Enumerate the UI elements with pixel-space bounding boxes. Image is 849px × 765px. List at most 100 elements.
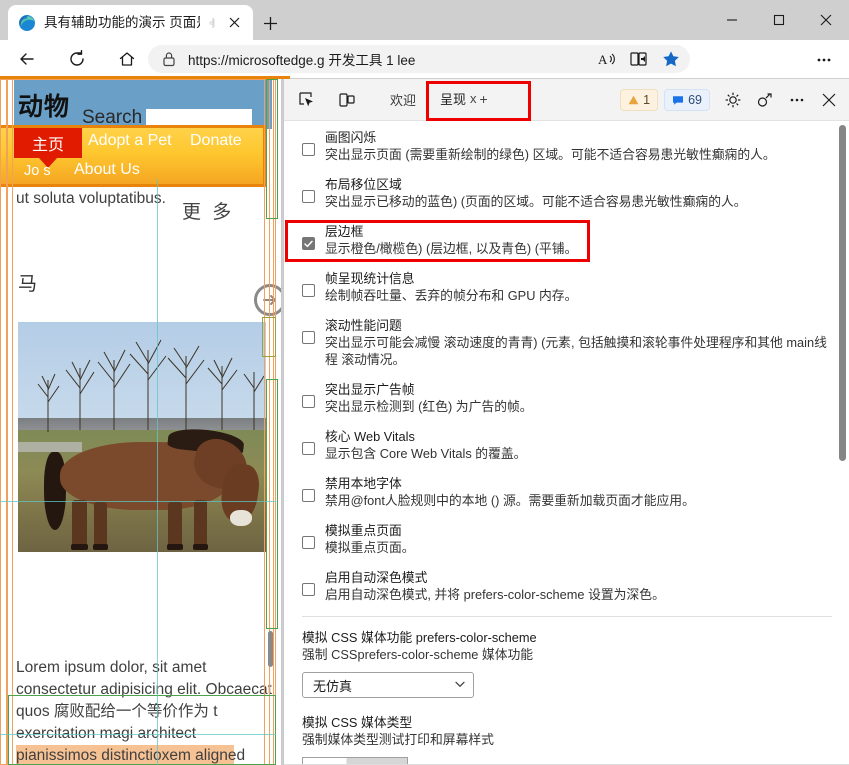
checkbox-paint-flashing[interactable] [302, 143, 315, 156]
devtools-tabs: 欢迎 呈现 x + [378, 79, 496, 121]
new-tab-button[interactable] [256, 9, 284, 37]
web-page-content: 动物 Search 主页 Adopt a Pet Donate Jo s Abo… [0, 79, 281, 765]
option-description: 突出显示页面 (需要重新绘制的绿色) 区域。可能不适合容易患光敏性癫痫的人。 [325, 147, 776, 162]
horse-muzzle [230, 510, 252, 526]
tab-close-icon[interactable]: x [470, 91, 477, 106]
customize-icon[interactable] [750, 85, 780, 115]
refresh-button[interactable] [60, 44, 94, 74]
close-icon[interactable] [814, 85, 844, 115]
devtools-panel: 欢迎 呈现 x + 1 69 画图闪烁 突出显示页面 (需要重新绘制的绿色) 区… [283, 79, 849, 765]
message-badge[interactable]: 69 [664, 89, 710, 111]
option-title: 画图闪烁 [325, 130, 377, 145]
option-texts: 启用自动深色模式 启用自动深色模式, 并将 prefers-color-sche… [325, 569, 828, 603]
option-frame-rendering-stats[interactable]: 帧呈现统计信息 绘制帧吞吐量、丢弃的帧分布和 GPU 内存。 [284, 270, 849, 304]
option-title: 核心 Web Vitals [325, 429, 415, 444]
address-bar[interactable]: https://microsoftedge.g 开发工具 1 lee A [148, 45, 690, 73]
group-css-media-type: 模拟 CSS 媒体类型 强制媒体类型测试打印和屏幕样式 无仿真 [284, 714, 849, 765]
group-prefers-color-scheme: 模拟 CSS 媒体功能 prefers-color-scheme 强制 CSSp… [284, 629, 849, 698]
option-description: 突出显示检测到 (红色) 为广告的帧。 [325, 399, 533, 414]
checkbox-emulate-focused-page[interactable] [302, 536, 315, 549]
devtools-header: 欢迎 呈现 x + 1 69 [284, 79, 849, 121]
option-description: 禁用@font人脸规则中的本地 () 源。需要重新加载页面才能应用。 [325, 493, 695, 508]
page-scrollbar[interactable] [268, 631, 273, 667]
devtools-scrollbar[interactable] [839, 125, 846, 461]
checkbox-auto-dark-mode[interactable] [302, 583, 315, 596]
group-description: 强制媒体类型测试打印和屏幕样式 [302, 732, 494, 747]
option-description: 启用自动深色模式, 并将 prefers-color-scheme 设置为深色。 [325, 587, 665, 602]
option-title: 布局移位区域 [325, 177, 402, 192]
option-title: 启用自动深色模式 [325, 570, 428, 585]
nav-item-about[interactable]: About Us [74, 161, 140, 179]
browser-tab[interactable]: 具有辅助功能的演示 页面是 [8, 5, 253, 40]
back-button[interactable] [10, 44, 44, 74]
home-button[interactable] [110, 44, 144, 74]
select-prefers-color-scheme[interactable]: 无仿真 [302, 672, 474, 698]
web-page-viewport: 动物 Search 主页 Adopt a Pet Donate Jo s Abo… [0, 79, 282, 765]
inspect-element-icon[interactable] [292, 85, 322, 115]
maximize-button[interactable] [755, 0, 802, 40]
option-layout-shift-regions[interactable]: 布局移位区域 突出显示已移动的蓝色) (页面的区域。可能不适合容易患光敏性癫痫的… [284, 176, 849, 210]
star-icon[interactable] [656, 46, 686, 72]
devtools-header-right: 1 69 [620, 79, 844, 121]
checkbox-scrolling-performance-issues[interactable] [302, 331, 315, 344]
minimize-button[interactable] [708, 0, 755, 40]
option-layer-borders[interactable]: 层边框 显示橙色/橄榄色) (层边框, 以及青色) (平铺。 [284, 220, 849, 262]
checkbox-frame-rendering-stats[interactable] [302, 284, 315, 297]
message-count: 69 [688, 93, 702, 107]
option-description: 突出显示可能会减慢 滚动速度的青青) (元素, 包括触摸和滚轮事件处理程序和其他… [325, 335, 827, 367]
tab-title: 具有辅助功能的演示 页面是 [44, 14, 200, 30]
read-aloud-icon[interactable]: A [592, 46, 622, 72]
close-window-button[interactable] [802, 0, 849, 40]
option-highlight-ad-frames[interactable]: 突出显示广告帧 突出显示检测到 (红色) 为广告的帧。 [284, 381, 849, 415]
more-link[interactable]: 更 多 [182, 197, 234, 224]
tab-rendering[interactable]: 呈现 x + [428, 79, 496, 121]
paragraph-line: Lorem ipsum dolor, sit amet [16, 659, 207, 676]
horse-leg [194, 500, 207, 548]
tab-close-button[interactable] [223, 12, 245, 34]
paragraph-line: consectetur adipisicing elit. Obcaecat [16, 681, 272, 698]
circle-arrow-right-icon[interactable] [254, 284, 281, 316]
option-disable-local-fonts[interactable]: 禁用本地字体 禁用@font人脸规则中的本地 () 源。需要重新加载页面才能应用… [284, 475, 849, 509]
option-emulate-focused-page[interactable]: 模拟重点页面 模拟重点页面。 [284, 522, 849, 556]
window-controls [708, 0, 849, 40]
checkbox-disable-local-fonts[interactable] [302, 489, 315, 502]
toolbar-right [803, 45, 845, 75]
more-options-button[interactable] [807, 45, 841, 75]
tab-audio-indicator [208, 16, 215, 30]
checkbox-layout-shift-regions[interactable] [302, 190, 315, 203]
tab-welcome[interactable]: 欢迎 [378, 79, 428, 121]
warning-badge[interactable]: 1 [620, 89, 659, 111]
device-emulation-icon[interactable] [332, 85, 362, 115]
option-core-web-vitals[interactable]: 核心 Web Vitals 显示包含 Core Web Vitals 的覆盖。 [284, 428, 849, 462]
gear-icon[interactable] [718, 85, 748, 115]
option-texts: 层边框 显示橙色/橄榄色) (层边框, 以及青色) (平铺。 [325, 223, 828, 257]
option-texts: 核心 Web Vitals 显示包含 Core Web Vitals 的覆盖。 [325, 428, 828, 462]
address-bar-text: https://microsoftedge.g 开发工具 1 lee [188, 53, 416, 68]
site-navigation: 主页 Adopt a Pet Donate Jo s About Us [0, 125, 266, 187]
checkbox-layer-borders[interactable] [302, 237, 315, 250]
checkbox-core-web-vitals[interactable] [302, 442, 315, 455]
address-bar-actions: A [592, 46, 686, 72]
warning-triangle-icon [628, 95, 639, 105]
nav-item-home[interactable]: 主页 [14, 128, 82, 158]
chevron-down-icon [454, 678, 466, 693]
more-options-icon[interactable] [782, 85, 812, 115]
option-texts: 突出显示广告帧 突出显示检测到 (红色) 为广告的帧。 [325, 381, 828, 415]
option-scrolling-performance-issues[interactable]: 滚动性能问题 突出显示可能会减慢 滚动速度的青青) (元素, 包括触摸和滚轮事件… [284, 317, 849, 368]
option-description: 突出显示已移动的蓝色) (页面的区域。可能不适合容易患光敏性癫痫的人。 [325, 194, 747, 209]
tab-rendering-wrapper: 呈现 x + [428, 79, 496, 121]
immersive-reader-icon[interactable] [624, 46, 654, 72]
option-auto-dark-mode[interactable]: 启用自动深色模式 启用自动深色模式, 并将 prefers-color-sche… [284, 569, 849, 603]
option-texts: 帧呈现统计信息 绘制帧吞吐量、丢弃的帧分布和 GPU 内存。 [325, 270, 828, 304]
option-paint-flashing[interactable]: 画图闪烁 突出显示页面 (需要重新绘制的绿色) 区域。可能不适合容易患光敏性癫痫… [284, 129, 849, 163]
tab-add-icon[interactable]: + [480, 91, 488, 107]
nav-item-donate[interactable]: Donate [190, 132, 242, 150]
title-bar: 具有辅助功能的演示 页面是 [0, 0, 849, 40]
layer-border-overlay-green [266, 379, 278, 629]
browser-window: 具有辅助功能的演示 页面是 https://microsoftedge.g 开发… [0, 0, 849, 765]
option-description: 显示包含 Core Web Vitals 的覆盖。 [325, 446, 527, 461]
message-bubble-icon [673, 95, 684, 105]
checkbox-highlight-ad-frames[interactable] [302, 395, 315, 408]
nav-item-adopt[interactable]: Adopt a Pet [88, 132, 172, 150]
nav-item-jobs[interactable]: Jo s [24, 163, 51, 179]
